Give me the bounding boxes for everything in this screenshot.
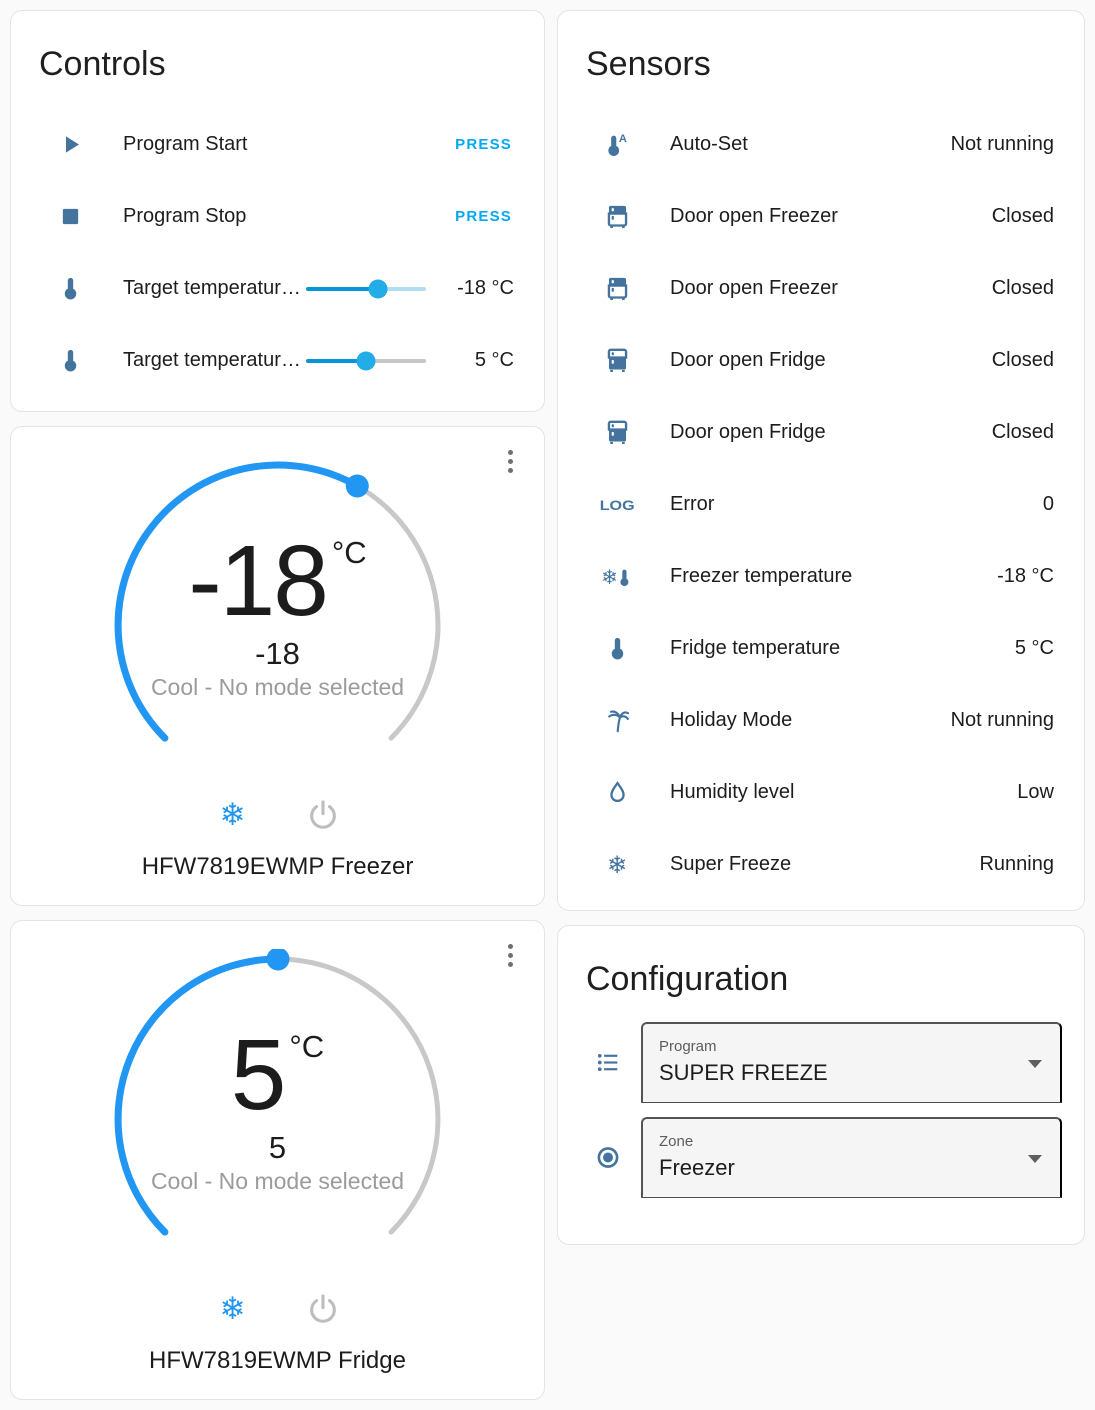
- svg-text:A: A: [619, 133, 627, 145]
- sensor-row-door-open-freezer-2[interactable]: Door open Freezer Closed: [558, 253, 1084, 325]
- dial-active-arc: [114, 955, 281, 1236]
- select-value: SUPER FREEZE: [659, 1059, 828, 1085]
- select-value: Freezer: [659, 1154, 735, 1180]
- chevron-down-icon: [1028, 1154, 1042, 1163]
- dial-knob[interactable]: [345, 474, 369, 498]
- sensor-row-door-open-freezer-1[interactable]: Door open Freezer Closed: [558, 181, 1084, 253]
- right-column: Sensors A Auto-Set Not running Door open…: [557, 10, 1085, 1400]
- left-column: Controls Program Start PRESS Program Sto…: [10, 10, 545, 1400]
- log-icon: LOG: [599, 496, 635, 513]
- water-drop-icon: [602, 779, 632, 806]
- configuration-card: Configuration Program SUPER FREEZE Zone …: [557, 925, 1085, 1245]
- dial-knob[interactable]: [266, 949, 289, 971]
- target-temperature-freezer-slider[interactable]: [306, 275, 426, 303]
- cool-mode-button[interactable]: ❄: [211, 1287, 255, 1331]
- dashboard: Controls Program Start PRESS Program Sto…: [0, 0, 1095, 1410]
- zone-select[interactable]: Zone Freezer: [641, 1116, 1062, 1198]
- dial-track: [275, 956, 440, 1235]
- sensor-row-fridge-temperature[interactable]: Fridge temperature 5 °C: [558, 613, 1084, 685]
- controls-card-title: Controls: [39, 45, 166, 83]
- freezer-dial[interactable]: -18 °C -18 Cool - No mode selected: [98, 455, 458, 785]
- slider-value: -18 °C: [457, 277, 514, 300]
- control-label: Program Start: [123, 133, 248, 156]
- freezer-thermostat-card: -18 °C -18 Cool - No mode selected ❄ HFW7…: [10, 426, 545, 906]
- sensors-rows: A Auto-Set Not running Door open Freezer…: [558, 109, 1084, 901]
- power-icon: [309, 1294, 336, 1323]
- fridge-bottom-icon: [602, 203, 632, 230]
- slider-value: 5 °C: [474, 349, 514, 372]
- cool-mode-button[interactable]: ❄: [211, 793, 255, 837]
- palm-tree-icon: [602, 707, 632, 734]
- sensor-row-super-freeze[interactable]: ❄ Super Freeze Running: [558, 829, 1084, 901]
- program-start-press-button[interactable]: PRESS: [453, 128, 514, 161]
- thermometer-icon: [55, 275, 85, 302]
- power-off-button[interactable]: [301, 793, 345, 837]
- snowflake-thermometer-icon: ❄: [601, 566, 632, 588]
- slider-knob[interactable]: [356, 351, 376, 371]
- snowflake-icon: ❄: [219, 796, 246, 833]
- fridge-top-icon: [602, 347, 632, 374]
- sensor-row-door-open-fridge-2[interactable]: Door open Fridge Closed: [558, 397, 1084, 469]
- sensor-row-error[interactable]: LOG Error 0: [558, 469, 1084, 541]
- sensors-card: Sensors A Auto-Set Not running Door open…: [557, 10, 1085, 911]
- thermostat-name: HFW7819EWMP Fridge: [149, 1347, 406, 1374]
- control-label: Target temperatur…: [123, 349, 301, 372]
- hvac-mode-buttons: ❄: [211, 1287, 345, 1331]
- program-field-row: Program SUPER FREEZE: [595, 1021, 1062, 1103]
- program-select[interactable]: Program SUPER FREEZE: [641, 1021, 1062, 1103]
- play-icon: [55, 131, 85, 158]
- fridge-dial[interactable]: 5 °C 5 Cool - No mode selected: [98, 949, 458, 1279]
- radio-selected-icon: [595, 1143, 621, 1172]
- more-options-icon[interactable]: [496, 939, 524, 971]
- slider-knob[interactable]: [368, 279, 388, 299]
- dial-active-arc: [114, 461, 361, 742]
- sensor-row-freezer-temperature[interactable]: ❄ Freezer temperature -18 °C: [558, 541, 1084, 613]
- controls-rows: Program Start PRESS Program Stop PRESS T…: [11, 109, 544, 397]
- snowflake-icon: ❄: [219, 1290, 246, 1327]
- control-label: Program Stop: [123, 205, 247, 228]
- dial-track: [354, 483, 440, 741]
- stop-icon: [55, 203, 85, 230]
- zone-field-row: Zone Freezer: [595, 1116, 1062, 1198]
- power-off-button[interactable]: [301, 1287, 345, 1331]
- configuration-card-title: Configuration: [586, 960, 789, 998]
- fridge-bottom-icon: [602, 275, 632, 302]
- fridge-thermostat-card: 5 °C 5 Cool - No mode selected ❄ HFW7819E…: [10, 920, 545, 1400]
- chevron-down-icon: [1028, 1059, 1042, 1068]
- target-temperature-fridge-slider[interactable]: [306, 347, 426, 375]
- fridge-top-icon: [602, 419, 632, 446]
- row-target-temperature-fridge: Target temperatur… 5 °C: [11, 325, 544, 397]
- power-icon: [309, 800, 336, 829]
- row-program-start: Program Start PRESS: [11, 109, 544, 181]
- snowflake-icon: ❄: [606, 850, 628, 879]
- select-label: Zone: [659, 1132, 694, 1150]
- thermometer-icon: [602, 635, 632, 662]
- sensors-card-title: Sensors: [586, 45, 711, 83]
- sensor-row-door-open-fridge-1[interactable]: Door open Fridge Closed: [558, 325, 1084, 397]
- row-program-stop: Program Stop PRESS: [11, 181, 544, 253]
- configuration-fields: Program SUPER FREEZE Zone Freezer: [558, 1021, 1084, 1198]
- sensor-row-holiday-mode[interactable]: Holiday Mode Not running: [558, 685, 1084, 757]
- slider-track-fill: [306, 286, 378, 291]
- control-label: Target temperatur…: [123, 277, 301, 300]
- thermometer-auto-icon: A: [602, 131, 632, 159]
- more-options-icon[interactable]: [496, 445, 524, 477]
- list-icon: [595, 1049, 621, 1076]
- thermometer-icon: [55, 347, 85, 374]
- thermostat-name: HFW7819EWMP Freezer: [141, 853, 414, 880]
- program-stop-press-button[interactable]: PRESS: [453, 200, 514, 233]
- hvac-mode-buttons: ❄: [211, 793, 345, 837]
- select-label: Program: [659, 1037, 717, 1055]
- sensor-row-humidity-level[interactable]: Humidity level Low: [558, 757, 1084, 829]
- controls-card: Controls Program Start PRESS Program Sto…: [10, 10, 545, 412]
- row-target-temperature-freezer: Target temperatur… -18 °C: [11, 253, 544, 325]
- sensor-row-auto-set[interactable]: A Auto-Set Not running: [558, 109, 1084, 181]
